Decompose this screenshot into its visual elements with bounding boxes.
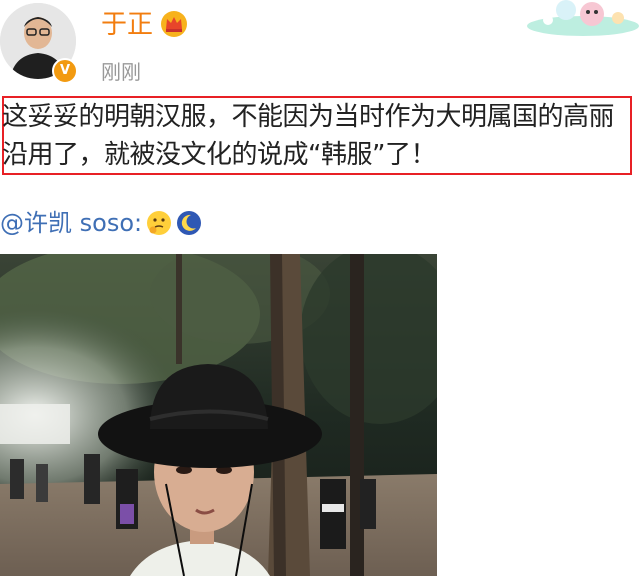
crown-badge-icon [161,11,187,37]
verified-badge-icon: V [52,58,78,84]
post-time: 刚刚 [101,60,141,84]
mention-row: @许凯 soso: [0,207,202,239]
thinking-face-icon [147,211,172,235]
author-name[interactable]: 于正 [101,8,153,42]
moon-sleep-icon [177,211,202,235]
post-photo[interactable] [0,254,437,576]
selfie-photo-image [0,254,437,576]
decorative-sticker-icon [527,0,639,36]
post-text: 这妥妥的明朝汉服，不能因为当时作为大明属国的高丽沿用了，就被没文化的说成“韩服”… [2,102,615,170]
mention-link[interactable]: @许凯 soso: [0,207,142,239]
